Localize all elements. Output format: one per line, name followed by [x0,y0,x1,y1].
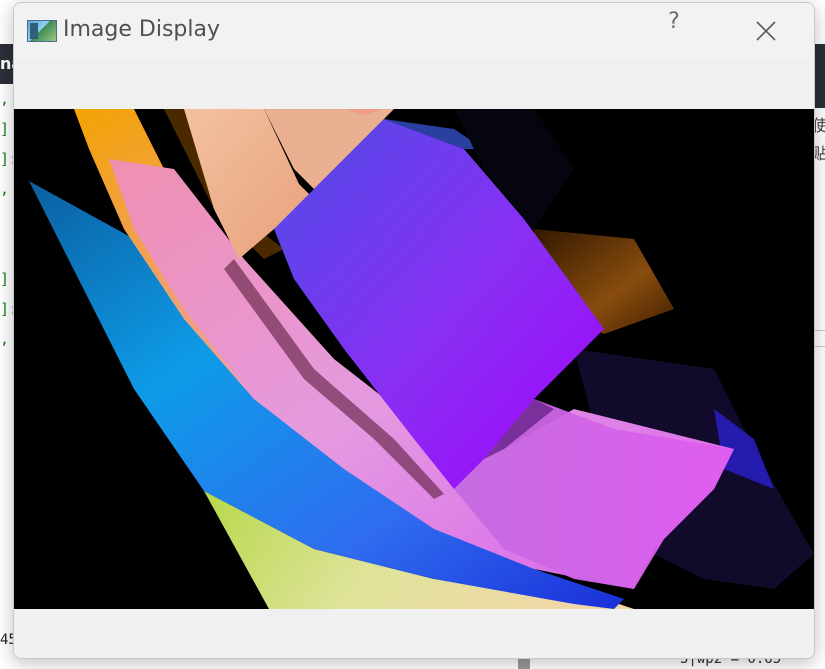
background-code-left: , ] ]: , ] ]: , [0,84,14,644]
background-code-char: , [0,180,10,198]
background-code-char: ]: [0,300,14,318]
background-code-char: ] [0,270,10,288]
background-code-char [0,234,14,264]
title-bar[interactable]: Image Display ? [14,3,814,59]
status-bar [14,609,814,658]
image-canvas [14,109,814,609]
close-button[interactable] [741,9,789,53]
background-code-char [0,204,14,234]
help-button[interactable]: ? [650,9,698,53]
window-title: Image Display [63,17,220,42]
background-code-bottom-left: 45 [0,632,17,648]
background-code-char: , [0,330,10,348]
background-code-char: ]: [0,150,14,168]
background-tab-fragment: na [0,44,14,84]
background-code-char: ] [0,120,10,138]
image-display-dialog: Image Display ? [13,2,815,659]
toolbar-area [14,59,814,109]
background-code-char: , [0,90,10,108]
app-image-icon [27,20,57,42]
background-tab-text: na [0,54,14,73]
abstract-ribbon-image [14,109,814,609]
close-icon [756,21,776,41]
